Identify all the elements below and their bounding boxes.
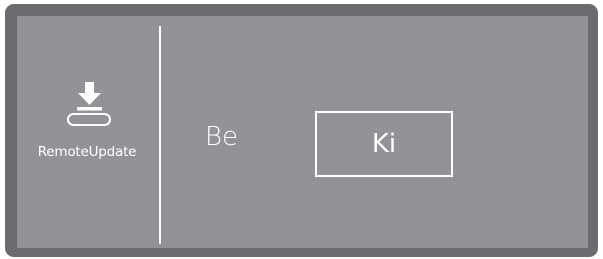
remote-update-label: RemoteUpdate — [37, 144, 137, 160]
sidebar: RemoteUpdate — [17, 16, 157, 248]
option-be[interactable]: Be — [205, 114, 265, 160]
remote-update-button[interactable]: RemoteUpdate — [17, 76, 157, 176]
display-screen: RemoteUpdate Be Ki — [17, 16, 588, 248]
device-frame: RemoteUpdate Be Ki — [5, 4, 598, 257]
main-content: Be Ki — [161, 16, 588, 248]
download-tray-icon — [67, 82, 111, 126]
option-ki-selected[interactable]: Ki — [315, 111, 453, 177]
